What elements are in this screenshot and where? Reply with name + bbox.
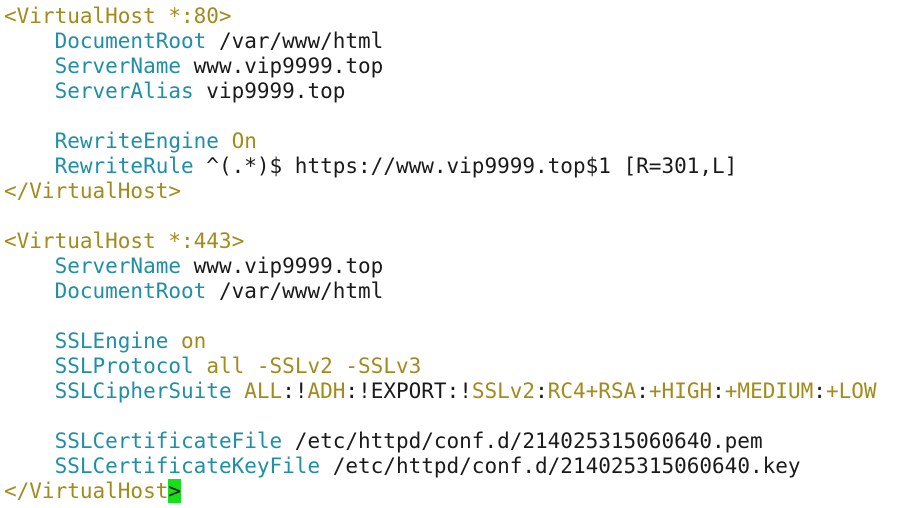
directive-token: ServerName [54, 254, 182, 278]
directive-token: ServerName [54, 54, 182, 78]
value-token: ^(.*)$ https://www.vip9999.top$1 [R=301,… [193, 154, 738, 178]
directive-token: RewriteRule [54, 154, 194, 178]
value-token [4, 29, 55, 53]
code-line: ServerName www.vip9999.top [4, 54, 877, 79]
code-line: </VirtualHost> [4, 179, 877, 204]
value-token [168, 329, 181, 353]
value-token: vip9999.top [193, 79, 346, 103]
value-token [219, 129, 232, 153]
code-line: RewriteEngine On [4, 129, 877, 154]
code-line: DocumentRoot /var/www/html [4, 29, 877, 54]
keyword-token: +HIGH [648, 379, 713, 403]
tag-token: </VirtualHost> [4, 179, 182, 203]
value-token [4, 379, 55, 403]
value-token [4, 279, 55, 303]
directive-token: ServerAlias [54, 79, 194, 103]
code-line: ServerName www.vip9999.top [4, 254, 877, 279]
keyword-token: on [181, 329, 207, 353]
directive-token: SSLCipherSuite [54, 379, 232, 403]
value-token [4, 429, 55, 453]
keyword-token: ADH [307, 379, 346, 403]
directive-token: SSLProtocol [54, 354, 194, 378]
value-token: :!EXPORT:! [345, 379, 472, 403]
code-line: SSLEngine on [4, 329, 877, 354]
cursor-token: > [168, 479, 182, 503]
code-line: <VirtualHost *:443> [4, 229, 877, 254]
value-token [4, 79, 55, 103]
code-line: SSLCipherSuite ALL:!ADH:!EXPORT:!SSLv2:R… [4, 379, 877, 404]
value-token [4, 154, 55, 178]
code-line: DocumentRoot /var/www/html [4, 279, 877, 304]
value-token: /etc/httpd/conf.d/214025315060640.key [320, 454, 801, 478]
code-line: SSLCertificateKeyFile /etc/httpd/conf.d/… [4, 454, 877, 479]
directive-token: DocumentRoot [54, 29, 207, 53]
code-line: SSLProtocol all -SSLv2 -SSLv3 [4, 354, 877, 379]
value-token: : [712, 379, 725, 403]
keyword-token: ALL [244, 379, 283, 403]
value-token [194, 354, 207, 378]
keyword-token: SSLv2 [471, 379, 536, 403]
tag-token: <VirtualHost *:80> [4, 4, 232, 28]
directive-token: DocumentRoot [54, 279, 207, 303]
value-token: www.vip9999.top [181, 54, 384, 78]
value-token [232, 379, 245, 403]
value-token [4, 354, 55, 378]
value-token: : [636, 379, 649, 403]
directive-token: SSLCertificateFile [54, 429, 283, 453]
value-token [4, 254, 55, 278]
code-line: <VirtualHost *:80> [4, 4, 877, 29]
keyword-token: all -SSLv2 -SSLv3 [206, 354, 422, 378]
value-token: /var/www/html [206, 279, 384, 303]
value-token [4, 454, 55, 478]
code-line: SSLCertificateFile /etc/httpd/conf.d/214… [4, 429, 877, 454]
keyword-token: +MEDIUM [724, 379, 814, 403]
value-token: /var/www/html [206, 29, 384, 53]
code-line: RewriteRule ^(.*)$ https://www.vip9999.t… [4, 154, 877, 179]
text-editor[interactable]: <VirtualHost *:80> DocumentRoot /var/www… [4, 4, 877, 504]
tag-token: </VirtualHost [4, 479, 169, 503]
tag-token: <VirtualHost *:443> [4, 229, 245, 253]
directive-token: RewriteEngine [54, 129, 219, 153]
value-token: : [813, 379, 826, 403]
value-token [4, 54, 55, 78]
value-token: www.vip9999.top [181, 254, 384, 278]
value-token [4, 129, 55, 153]
value-token: : [535, 379, 548, 403]
keyword-token: +LOW [825, 379, 877, 403]
keyword-token: RC4+RSA [547, 379, 637, 403]
value-token [4, 329, 55, 353]
keyword-token: On [231, 129, 257, 153]
code-line: ServerAlias vip9999.top [4, 79, 877, 104]
directive-token: SSLCertificateKeyFile [54, 454, 321, 478]
directive-token: SSLEngine [54, 329, 169, 353]
value-token: :! [282, 379, 308, 403]
value-token: /etc/httpd/conf.d/214025315060640.pem [282, 429, 763, 453]
code-line: </VirtualHost> [4, 479, 877, 504]
